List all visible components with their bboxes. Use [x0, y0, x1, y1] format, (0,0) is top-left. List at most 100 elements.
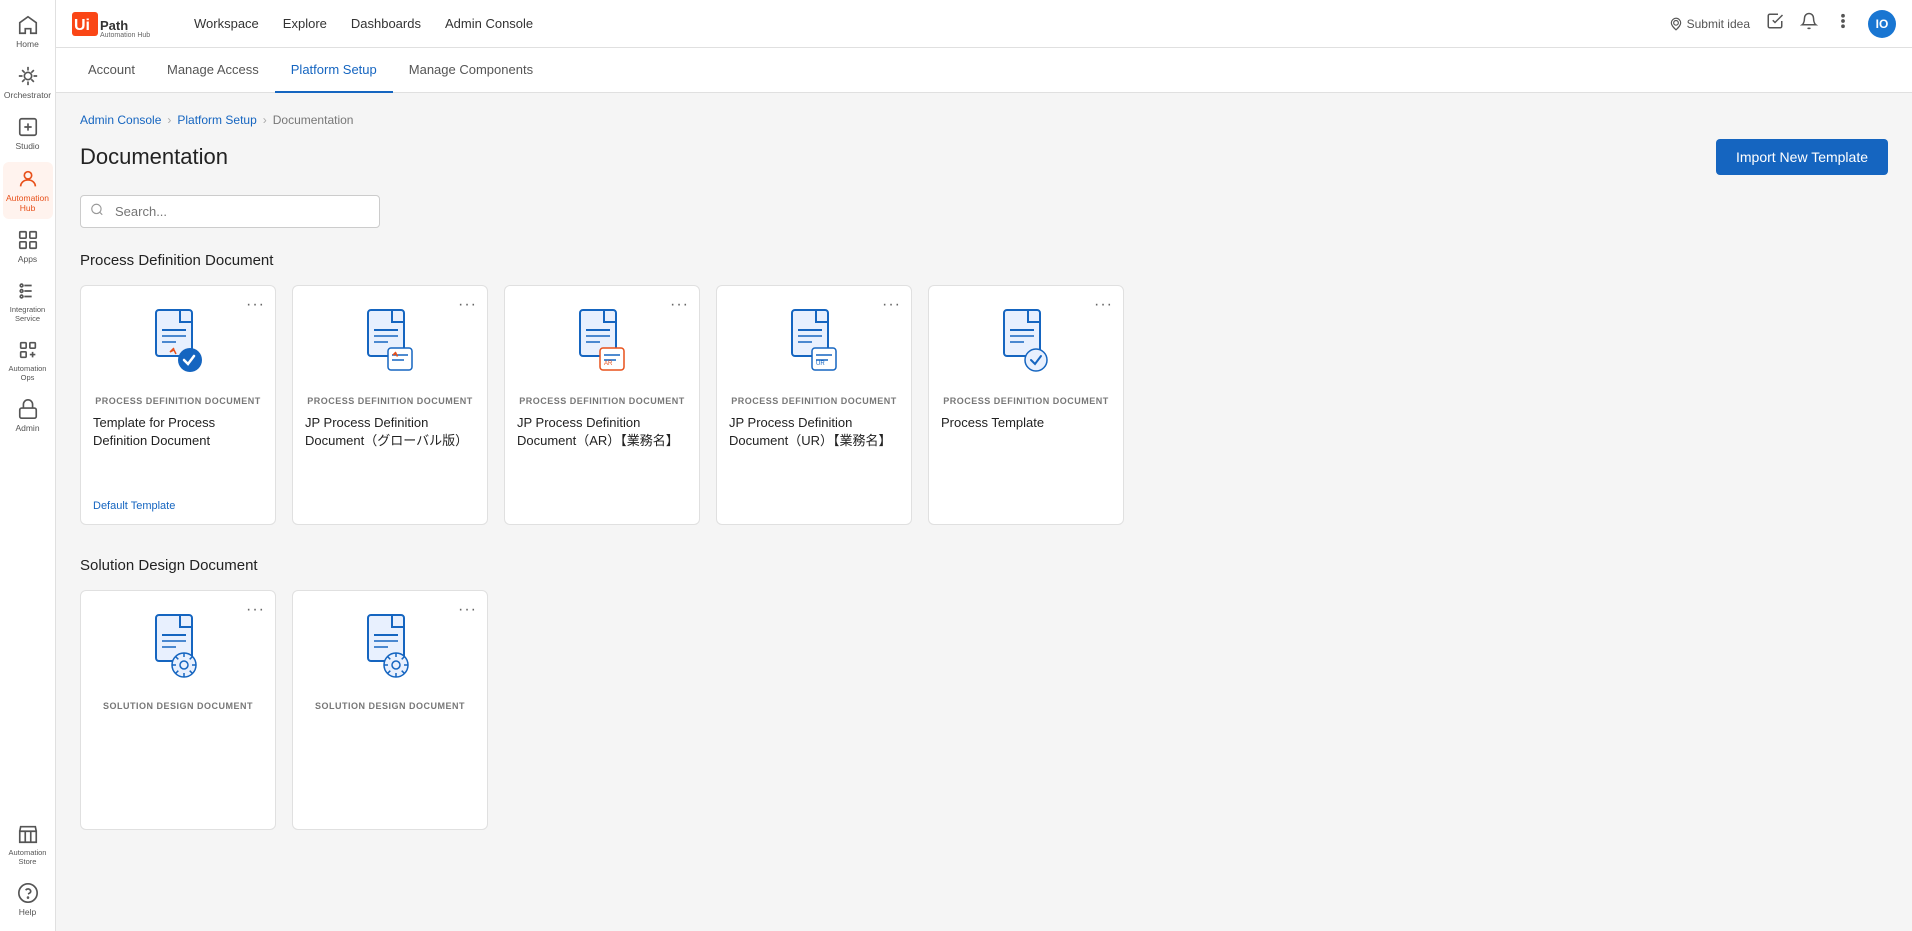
card-icon-area-0	[93, 298, 263, 388]
sidebar-label-studio: Studio	[15, 141, 39, 151]
card-type-4: PROCESS DEFINITION DOCUMENT	[941, 396, 1111, 406]
uipath-logo: Ui Path Automation Hub	[72, 10, 162, 38]
card-menu-0[interactable]: ···	[246, 296, 265, 314]
sidebar-label-home: Home	[16, 39, 39, 49]
bell-icon[interactable]	[1800, 12, 1818, 35]
submit-idea-label: Submit idea	[1687, 17, 1750, 31]
topnav: Ui Path Automation Hub Workspace Explore…	[56, 0, 1912, 48]
tab-manage-access[interactable]: Manage Access	[151, 48, 275, 93]
sidebar-item-home[interactable]: Home	[3, 8, 53, 55]
card-icon-area-2: AR	[517, 298, 687, 388]
card-badge-0: Default Template	[93, 500, 263, 512]
card-icon-area-4	[941, 298, 1111, 388]
content-area: Admin Console › Platform Setup › Documen…	[56, 93, 1912, 931]
card-type-0: PROCESS DEFINITION DOCUMENT	[93, 396, 263, 406]
search-container	[80, 195, 380, 228]
sidebar-item-apps[interactable]: Apps	[3, 223, 53, 270]
location-icon	[1669, 17, 1683, 31]
sidebar-label-automation-hub: Automation Hub	[6, 193, 49, 213]
card-icon-area-sdd-0	[93, 603, 263, 693]
pdd-icon-3: UR	[784, 308, 844, 378]
breadcrumb-platform-setup[interactable]: Platform Setup	[177, 113, 256, 127]
breadcrumb: Admin Console › Platform Setup › Documen…	[80, 113, 1888, 127]
topnav-dashboards[interactable]: Dashboards	[351, 12, 421, 35]
topnav-workspace[interactable]: Workspace	[194, 12, 259, 35]
card-type-sdd-1: SOLUTION DESIGN DOCUMENT	[305, 701, 475, 711]
breadcrumb-sep-1: ›	[167, 113, 171, 127]
card-menu-1[interactable]: ···	[458, 296, 477, 314]
card-process-template[interactable]: ··· PROCESS DEFINITION DOCUMENT	[928, 285, 1124, 525]
card-jp-pdd-global[interactable]: ··· PROCESS DEFINITION	[292, 285, 488, 525]
breadcrumb-admin-console[interactable]: Admin Console	[80, 113, 161, 127]
topnav-explore[interactable]: Explore	[283, 12, 327, 35]
sidebar-label-automation-ops: Automation Ops	[7, 364, 49, 382]
sdd-icon-1	[360, 613, 420, 683]
sdd-icon-0	[148, 613, 208, 683]
svg-text:Automation Hub: Automation Hub	[100, 32, 150, 38]
card-type-2: PROCESS DEFINITION DOCUMENT	[517, 396, 687, 406]
sidebar-item-studio[interactable]: Studio	[3, 110, 53, 157]
sidebar-item-store[interactable]: Automation Store	[3, 817, 53, 872]
import-new-template-button[interactable]: Import New Template	[1716, 139, 1888, 175]
sidebar-label-integration: Integration Service	[7, 305, 49, 323]
user-avatar[interactable]: IO	[1868, 10, 1896, 38]
process-definition-section: Process Definition Document ···	[80, 252, 1888, 525]
card-name-0: Template for Process Definition Document	[93, 414, 263, 492]
sidebar-label-store: Automation Store	[7, 848, 49, 866]
tab-manage-components[interactable]: Manage Components	[393, 48, 549, 93]
card-menu-4[interactable]: ···	[1094, 296, 1113, 314]
sidebar-item-automation-ops[interactable]: Automation Ops	[3, 333, 53, 388]
card-icon-area-1	[305, 298, 475, 388]
card-name-3: JP Process Definition Document（UR）【業務名】	[729, 414, 899, 512]
topnav-admin-console[interactable]: Admin Console	[445, 12, 533, 35]
sidebar-label-apps: Apps	[18, 254, 37, 264]
card-menu-sdd-1[interactable]: ···	[458, 601, 477, 619]
pdd-icon-4	[996, 308, 1056, 378]
tab-bar: Account Manage Access Platform Setup Man…	[56, 48, 1912, 93]
card-icon-area-sdd-1	[305, 603, 475, 693]
tab-account[interactable]: Account	[72, 48, 151, 93]
card-type-3: PROCESS DEFINITION DOCUMENT	[729, 396, 899, 406]
breadcrumb-current: Documentation	[273, 113, 354, 127]
card-menu-2[interactable]: ···	[670, 296, 689, 314]
sidebar-item-admin[interactable]: Admin	[3, 392, 53, 439]
breadcrumb-sep-2: ›	[263, 113, 267, 127]
solution-design-cards: ··· SOLUTION DESIGN DO	[80, 590, 1888, 830]
sidebar-item-orchestrator[interactable]: Orchestrator	[3, 59, 53, 106]
page-title: Documentation	[80, 144, 228, 170]
logo: Ui Path Automation Hub	[72, 10, 162, 38]
card-jp-pdd-ar[interactable]: ··· AR PROCESS DEFINITI	[504, 285, 700, 525]
sidebar-item-help[interactable]: Help	[3, 876, 53, 923]
sidebar-label-orchestrator: Orchestrator	[4, 90, 51, 100]
main-area: Ui Path Automation Hub Workspace Explore…	[56, 0, 1912, 931]
card-type-sdd-0: SOLUTION DESIGN DOCUMENT	[93, 701, 263, 711]
sidebar-item-automation-hub[interactable]: Automation Hub	[3, 162, 53, 219]
search-input[interactable]	[80, 195, 380, 228]
more-icon[interactable]	[1834, 12, 1852, 35]
submit-idea-button[interactable]: Submit idea	[1669, 17, 1750, 31]
card-sdd-1[interactable]: ··· SOLUTION DESIGN DO	[80, 590, 276, 830]
card-icon-area-3: UR	[729, 298, 899, 388]
card-jp-pdd-ur[interactable]: ··· UR PROCESS DEFINITI	[716, 285, 912, 525]
checklist-icon[interactable]	[1766, 12, 1784, 35]
card-name-2: JP Process Definition Document（AR）【業務名】	[517, 414, 687, 512]
solution-design-title: Solution Design Document	[80, 557, 1888, 574]
sidebar-label-help: Help	[19, 907, 36, 917]
svg-text:Ui: Ui	[74, 17, 90, 34]
card-template-pdd[interactable]: ··· PROCESS DEFINITION	[80, 285, 276, 525]
search-icon	[90, 202, 104, 221]
sidebar-item-integration[interactable]: Integration Service	[3, 274, 53, 329]
pdd-icon-2: AR	[572, 308, 632, 378]
solution-design-section: Solution Design Document ···	[80, 557, 1888, 830]
topnav-links: Workspace Explore Dashboards Admin Conso…	[194, 12, 1669, 35]
pdd-icon-0	[148, 308, 208, 378]
svg-text:UR: UR	[816, 361, 825, 367]
card-menu-3[interactable]: ···	[882, 296, 901, 314]
card-name-1: JP Process Definition Document（グローバル版）	[305, 414, 475, 512]
svg-text:Path: Path	[100, 18, 128, 33]
card-sdd-2[interactable]: ··· SOLUTION DESIGN DO	[292, 590, 488, 830]
topnav-actions: Submit idea IO	[1669, 10, 1896, 38]
tab-platform-setup[interactable]: Platform Setup	[275, 48, 393, 93]
sidebar-label-admin: Admin	[15, 423, 39, 433]
card-menu-sdd-0[interactable]: ···	[246, 601, 265, 619]
